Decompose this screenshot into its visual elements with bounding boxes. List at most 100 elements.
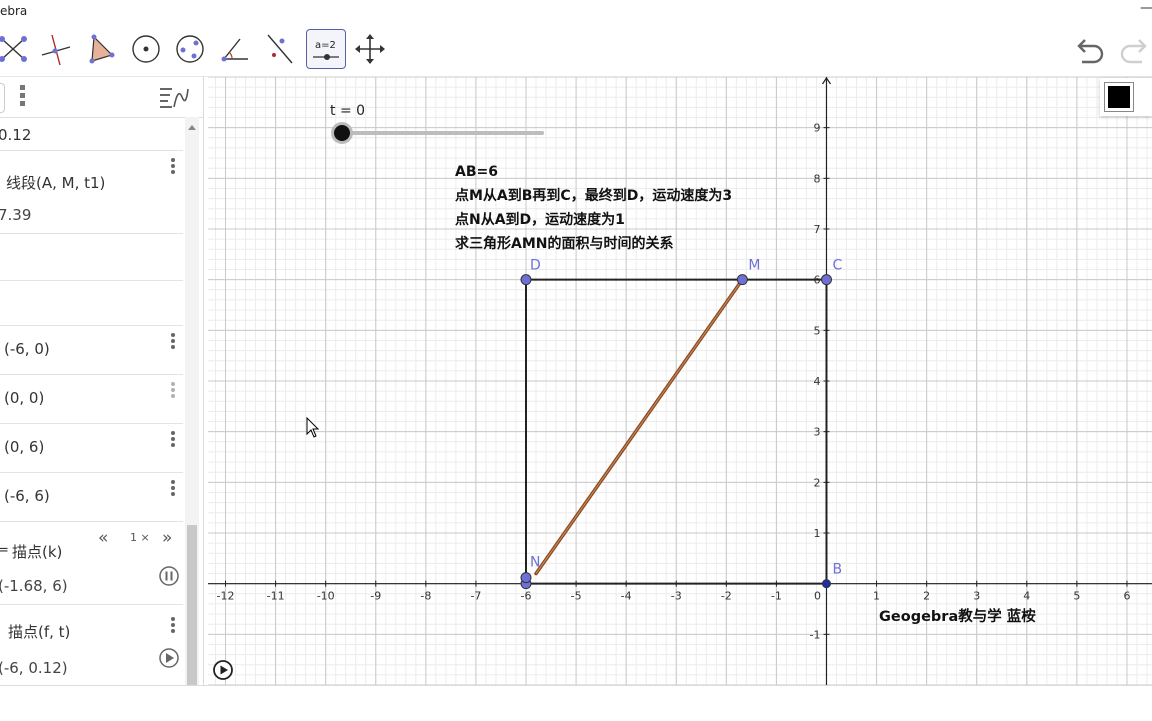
style-bar xyxy=(1100,78,1152,116)
circle-tool-button[interactable] xyxy=(126,29,166,69)
y-tick-label: 9 xyxy=(813,122,820,135)
x-tick-label: -12 xyxy=(217,590,235,603)
slider-icon: a=2 xyxy=(313,40,339,60)
algebra-row[interactable]: 描点(f, t) (-6, 0.12) xyxy=(0,605,183,685)
x-tick-label: -6 xyxy=(521,590,532,603)
point-label-n: N xyxy=(530,555,540,571)
polygon-tool-button[interactable] xyxy=(0,29,34,69)
slow-down-icon[interactable]: « xyxy=(98,528,108,548)
minimize-button[interactable]: — xyxy=(1140,0,1152,24)
toolbar: a=2 xyxy=(0,24,1152,77)
x-tick-label: -1 xyxy=(771,590,782,603)
play-animation-icon[interactable] xyxy=(212,659,234,681)
x-tick-label: 5 xyxy=(1073,590,1080,603)
mouse-cursor-icon xyxy=(306,417,320,438)
row-menu-icon[interactable] xyxy=(171,480,175,498)
y-tick-label: 1 xyxy=(813,527,820,540)
algebra-view: 0.12 线段(A, M, t1) 7.39 (-6, 0) (0, 0) (0… xyxy=(0,77,204,685)
x-tick-label: 3 xyxy=(973,590,980,603)
x-tick-label: -9 xyxy=(370,590,381,603)
x-tick-label: -2 xyxy=(721,590,732,603)
x-tick-label: 1 xyxy=(873,590,880,603)
speed-up-icon[interactable]: » xyxy=(162,528,172,548)
algebra-row[interactable]: 0.12 xyxy=(0,118,183,151)
algebra-row[interactable]: 线段(A, M, t1) 7.39 xyxy=(0,151,183,234)
animation-speed[interactable]: 1 × xyxy=(130,531,150,544)
x-tick-label: -8 xyxy=(420,590,431,603)
algebra-subvalue: (-1.68, 6) xyxy=(0,577,68,595)
row-menu-icon[interactable] xyxy=(171,158,175,176)
description-line: 点M从A到B再到C，最终到D，运动速度为3 xyxy=(455,188,733,204)
algebra-input-edge[interactable] xyxy=(0,83,5,113)
algebra-row[interactable] xyxy=(0,281,183,326)
triangle-tool-button[interactable] xyxy=(80,29,120,69)
x-tick-label: -7 xyxy=(470,590,481,603)
algebra-row[interactable]: (-6, 0) xyxy=(0,326,183,375)
algebra-value: 线段(A, M, t1) xyxy=(6,174,106,192)
angle-tool-button[interactable] xyxy=(216,29,256,69)
algebra-value: 描点(f, t) xyxy=(8,623,71,641)
description-line: AB=6 xyxy=(455,164,498,180)
input-bar[interactable] xyxy=(0,685,1152,721)
redo-button[interactable] xyxy=(1118,36,1152,68)
algebra-row[interactable]: = 描点(k) (-1.68, 6) « 1 × » xyxy=(0,522,183,605)
color-button[interactable] xyxy=(1104,82,1134,112)
algebra-subvalue: 7.39 xyxy=(0,206,32,224)
circle-three-points-icon xyxy=(176,35,204,63)
row-menu-icon[interactable] xyxy=(171,617,175,635)
perpendicular-line-tool-button[interactable] xyxy=(36,29,76,69)
undo-icon xyxy=(1077,39,1104,64)
algebra-header xyxy=(0,77,203,118)
y-tick-label: 5 xyxy=(813,324,820,337)
move-graphics-tool-button[interactable] xyxy=(350,29,390,69)
circle-three-points-tool-button[interactable] xyxy=(170,29,210,69)
y-tick-label: 3 xyxy=(813,426,820,439)
x-tick-label: 4 xyxy=(1023,590,1030,603)
slider-track[interactable] xyxy=(342,131,544,135)
y-tick-label: 7 xyxy=(813,223,820,236)
redo-icon xyxy=(1120,39,1147,64)
point-label-c: C xyxy=(832,258,842,274)
algebra-row[interactable] xyxy=(0,234,183,281)
algebra-row[interactable]: (0, 0) xyxy=(0,375,183,424)
x-tick-label: -5 xyxy=(571,590,582,603)
row-menu-icon[interactable] xyxy=(171,382,175,400)
scrollbar-thumb[interactable] xyxy=(187,525,197,685)
window-title: ebra xyxy=(0,4,28,18)
point-label-b: B xyxy=(832,562,842,578)
slider-knob[interactable] xyxy=(334,125,350,141)
algebra-value: (0, 6) xyxy=(4,438,45,456)
color-swatch xyxy=(1108,86,1130,108)
reflect-tool-button[interactable] xyxy=(260,29,300,69)
x-tick-label: 6 xyxy=(1123,590,1130,603)
algebra-subvalue: (-6, 0.12) xyxy=(0,659,68,677)
algebra-value: (0, 0) xyxy=(4,389,45,407)
point-n xyxy=(520,572,532,584)
slider-tool-button[interactable]: a=2 xyxy=(306,29,346,69)
algebra-row[interactable]: (-6, 6) xyxy=(0,473,183,522)
x-tick-label: -11 xyxy=(267,590,285,603)
row-menu-icon[interactable] xyxy=(171,431,175,449)
row-menu-icon[interactable] xyxy=(171,333,175,351)
x-tick-label: 2 xyxy=(923,590,930,603)
x-tick-label: -4 xyxy=(621,590,632,603)
point-d xyxy=(520,274,532,286)
play-icon[interactable] xyxy=(158,647,180,669)
circle-icon xyxy=(132,35,160,63)
point-b xyxy=(821,579,831,589)
pause-icon[interactable] xyxy=(158,565,180,587)
algebra-scrollbar[interactable] xyxy=(185,117,199,685)
sort-icon[interactable] xyxy=(158,85,190,109)
scroll-up-icon[interactable] xyxy=(188,125,196,130)
y-tick-label: 4 xyxy=(813,375,820,388)
undo-button[interactable] xyxy=(1072,36,1106,68)
graphics-view[interactable]: -12 -11 -10 -9 -8 -7 -6 -5 -4 -3 -2 -1 0 1 2 3 4 5 6 -1 1 2 3 4… xyxy=(208,77,1152,685)
description-text: AB=6 点M从A到B再到C，最终到D，运动速度为3 点N从A到D，运动速度为1… xyxy=(455,160,732,256)
slider-label: t = 0 xyxy=(330,103,366,119)
algebra-value: (-6, 0) xyxy=(4,340,50,358)
algebra-menu-icon[interactable] xyxy=(20,85,25,106)
watermark-text: Geogebra教与学 蓝桉 xyxy=(879,609,1036,625)
reflect-line-icon xyxy=(267,34,293,64)
algebra-row[interactable]: (0, 6) xyxy=(0,424,183,473)
point-label-d: D xyxy=(530,258,541,274)
